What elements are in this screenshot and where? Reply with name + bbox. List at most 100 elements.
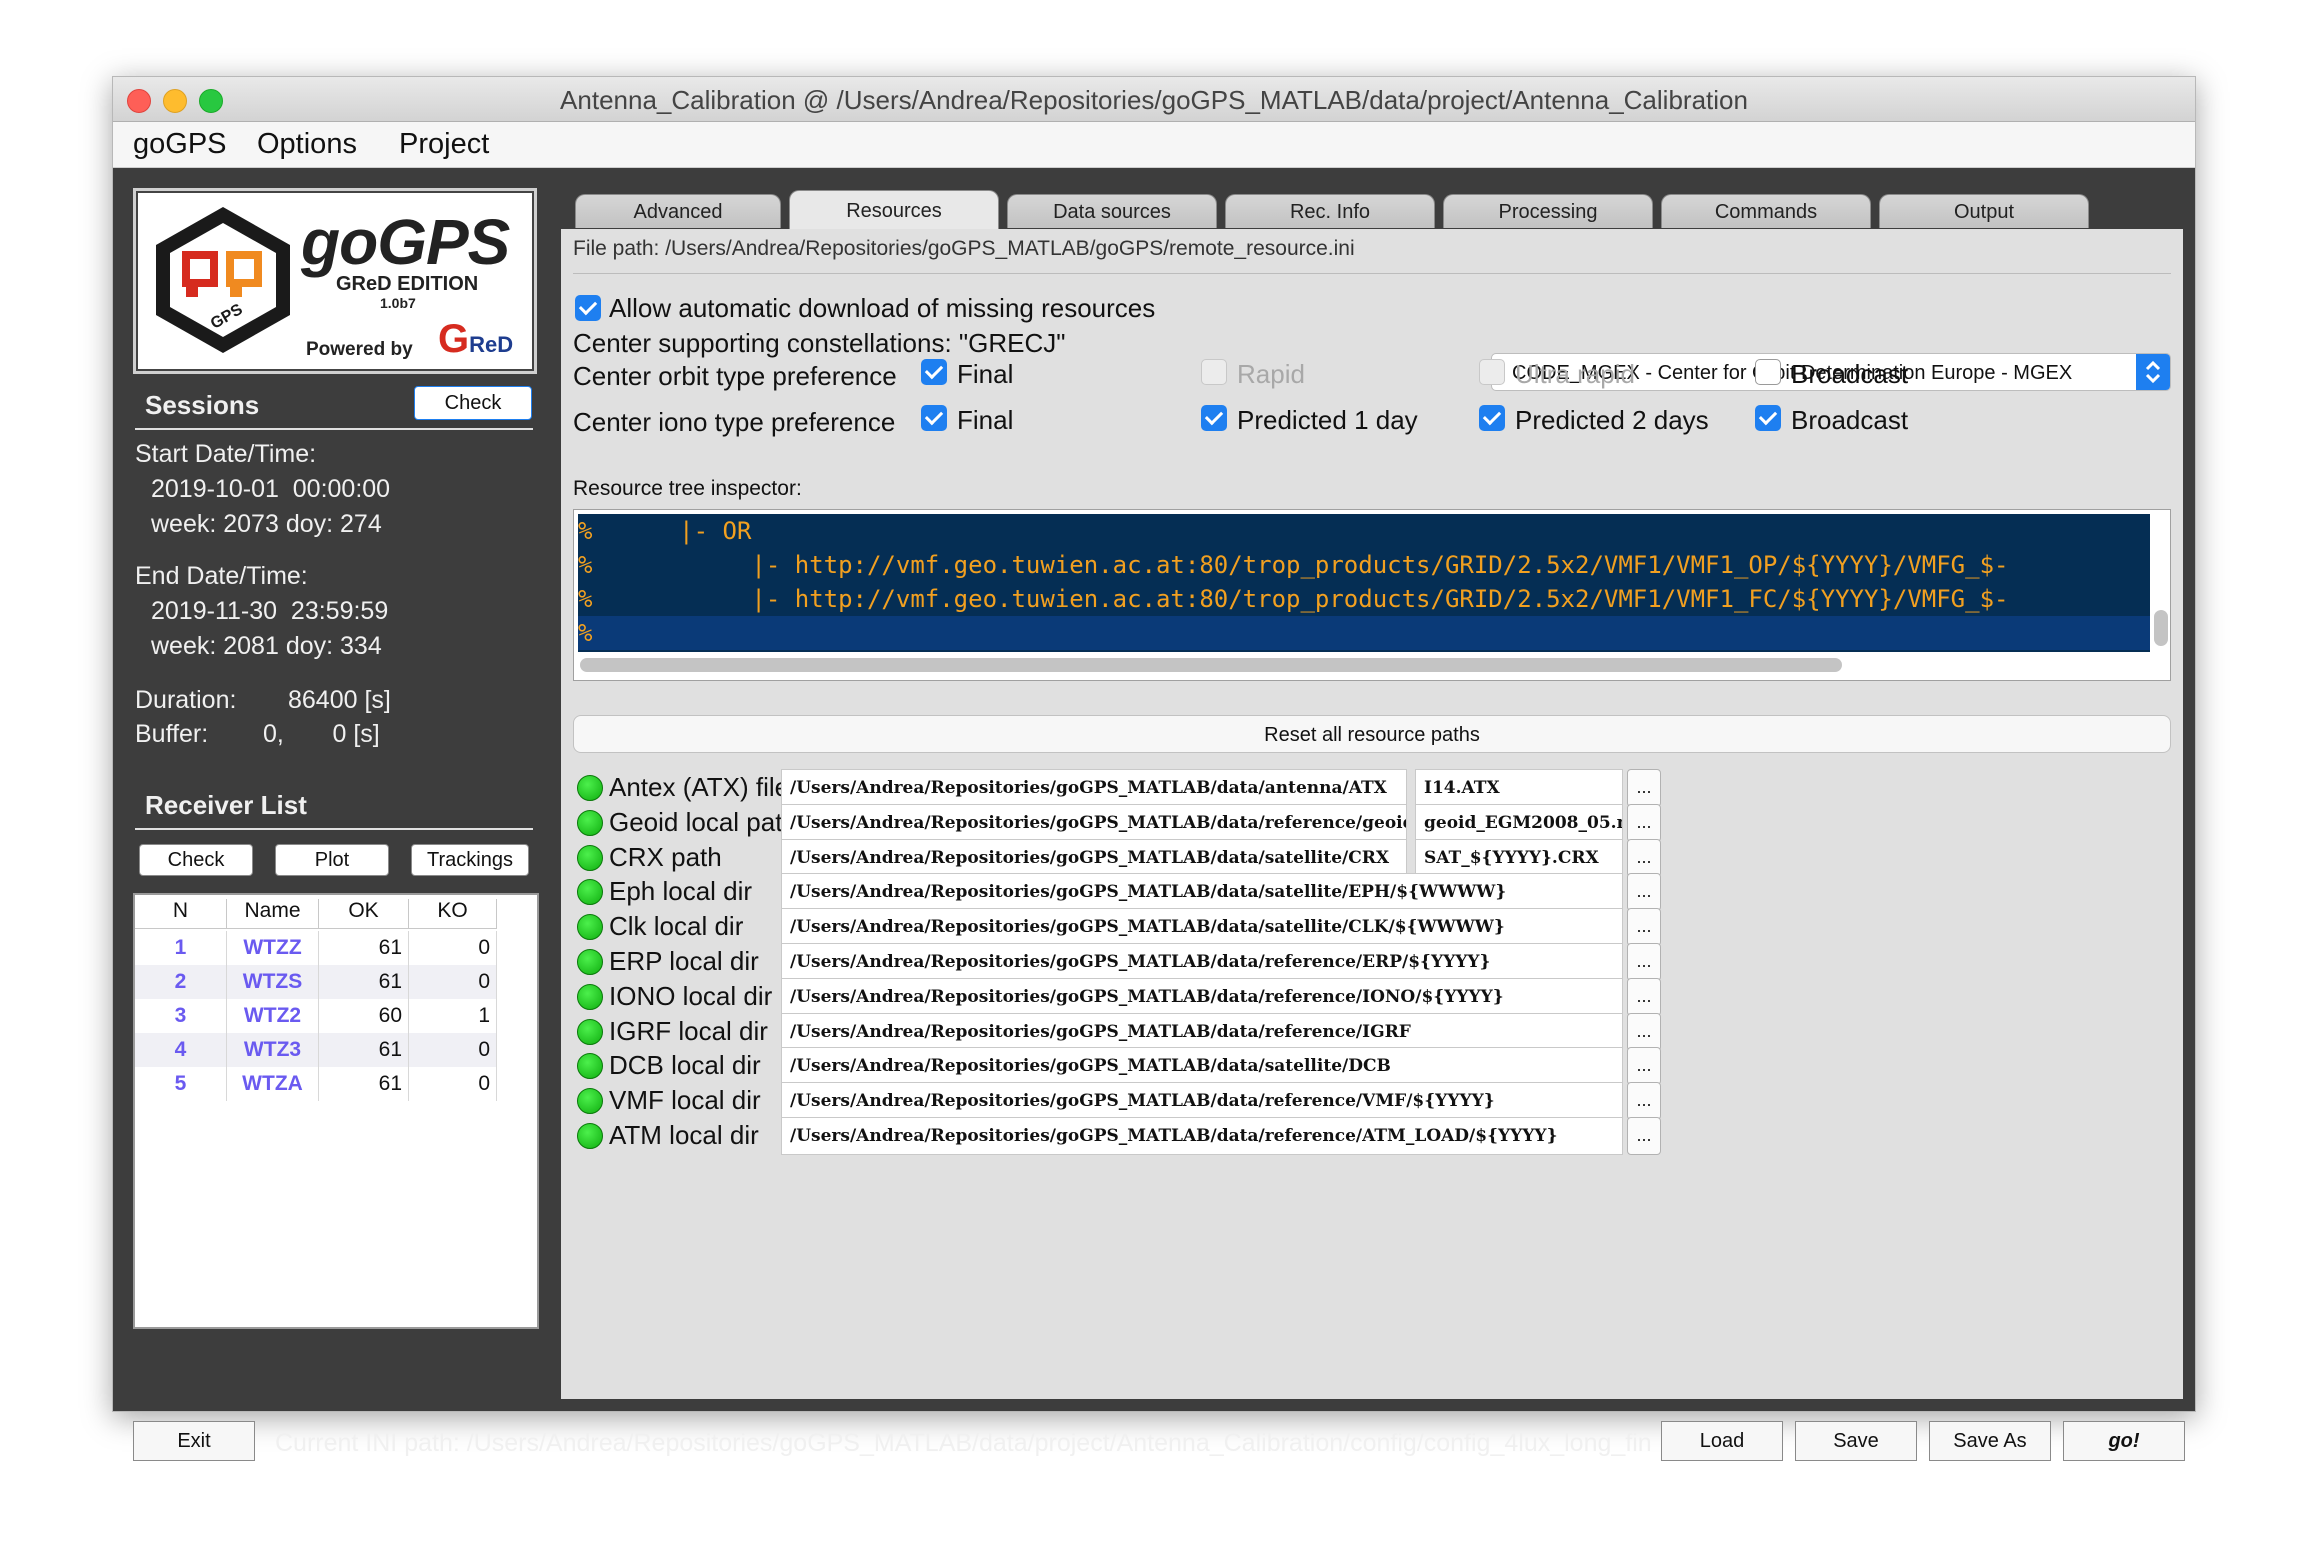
table-row[interactable]: 3 WTZ2 60 1 bbox=[135, 999, 497, 1033]
browse-button[interactable]: ... bbox=[1627, 943, 1661, 981]
end-week-value: week: 2081 doy: 334 bbox=[151, 632, 382, 660]
path-input[interactable]: /Users/Andrea/Repositories/goGPS_MATLAB/… bbox=[781, 1047, 1623, 1086]
path-input[interactable]: /Users/Andrea/Repositories/goGPS_MATLAB/… bbox=[781, 838, 1407, 877]
receiver-ok: 61 bbox=[319, 1067, 409, 1101]
table-row[interactable]: 5 WTZA 61 0 bbox=[135, 1067, 497, 1101]
path-input[interactable]: /Users/Andrea/Repositories/goGPS_MATLAB/… bbox=[781, 1012, 1623, 1051]
divider bbox=[135, 828, 533, 830]
path-input[interactable]: /Users/Andrea/Repositories/goGPS_MATLAB/… bbox=[781, 943, 1623, 981]
status-led-icon bbox=[577, 844, 603, 871]
receiver-number: 2 bbox=[135, 965, 227, 999]
table-row[interactable]: 4 WTZ3 61 0 bbox=[135, 1033, 497, 1067]
iono-label: Center iono type preference bbox=[573, 407, 896, 437]
auto-download-label: Allow automatic download of missing reso… bbox=[609, 293, 1156, 323]
status-led-icon bbox=[577, 775, 603, 801]
resources-panel: File path: /Users/Andrea/Repositories/go… bbox=[561, 229, 2183, 1399]
receiver-plot-button[interactable]: Plot bbox=[275, 844, 389, 876]
browse-button[interactable]: ... bbox=[1627, 1082, 1661, 1121]
browse-button[interactable]: ... bbox=[1627, 1012, 1661, 1051]
receiver-trackings-button[interactable]: Trackings bbox=[411, 844, 529, 876]
receiver-ko: 0 bbox=[409, 965, 497, 999]
tab-resources[interactable]: Resources bbox=[789, 190, 999, 230]
receiver-ok: 61 bbox=[319, 965, 409, 999]
browse-button[interactable]: ... bbox=[1627, 1117, 1661, 1155]
status-led-icon bbox=[577, 809, 603, 836]
main-content: GPS goGPS GReD EDITION 1.0b7 Powered by … bbox=[113, 168, 2195, 1461]
path-input[interactable]: /Users/Andrea/Repositories/goGPS_MATLAB/… bbox=[781, 1117, 1623, 1155]
iono-predicted-2-days-checkbox[interactable] bbox=[1479, 405, 1505, 431]
column-header-ok[interactable]: OK bbox=[319, 899, 409, 929]
orbit-final-checkbox[interactable] bbox=[921, 359, 947, 385]
filename-input[interactable]: I14.ATX bbox=[1415, 769, 1623, 807]
path-input[interactable]: /Users/Andrea/Repositories/goGPS_MATLAB/… bbox=[781, 1082, 1623, 1121]
table-row[interactable]: 1 WTZZ 61 0 bbox=[135, 931, 497, 965]
path-label: VMF local dir bbox=[609, 1085, 761, 1116]
iono-broadcast-checkbox[interactable] bbox=[1755, 405, 1781, 431]
load-button[interactable]: Load bbox=[1661, 1421, 1783, 1461]
save-as-button[interactable]: Save As bbox=[1929, 1421, 2051, 1461]
path-label: Eph local dir bbox=[609, 876, 753, 907]
tab-rec-info[interactable]: Rec. Info bbox=[1225, 194, 1435, 228]
buffer-value: 0, 0 [s] bbox=[263, 720, 380, 748]
duration-value: 86400 [s] bbox=[288, 686, 391, 714]
path-input[interactable]: /Users/Andrea/Repositories/goGPS_MATLAB/… bbox=[781, 873, 1623, 912]
orbit-ultra-rapid-checkbox bbox=[1479, 359, 1505, 385]
browse-button[interactable]: ... bbox=[1627, 873, 1661, 912]
horizontal-scrollbar[interactable] bbox=[580, 658, 1842, 672]
path-label: CRX path bbox=[609, 841, 722, 872]
menu-bar: goGPS Options Project bbox=[113, 122, 2195, 168]
vertical-scrollbar[interactable] bbox=[2154, 610, 2168, 646]
orbit-broadcast-checkbox[interactable] bbox=[1755, 359, 1781, 385]
tab-advanced[interactable]: Advanced bbox=[575, 194, 781, 228]
tab-commands[interactable]: Commands bbox=[1661, 194, 1871, 228]
path-label: IGRF local dir bbox=[609, 1015, 768, 1046]
center-label: Center supporting constellations: "GRECJ… bbox=[573, 328, 1066, 358]
iono-predicted-1-day-checkbox[interactable] bbox=[1201, 405, 1227, 431]
go-button[interactable]: go! bbox=[2063, 1421, 2185, 1461]
menu-options[interactable]: Options bbox=[257, 128, 357, 161]
title-bar: Antenna_Calibration @ /Users/Andrea/Repo… bbox=[113, 77, 2195, 122]
save-button[interactable]: Save bbox=[1795, 1421, 1917, 1461]
iono-final-checkbox[interactable] bbox=[921, 405, 947, 431]
filename-input[interactable]: geoid_EGM2008_05.mat bbox=[1415, 803, 1623, 842]
browse-button[interactable]: ... bbox=[1627, 1047, 1661, 1086]
browse-button[interactable]: ... bbox=[1627, 803, 1661, 842]
app-window: Antenna_Calibration @ /Users/Andrea/Repo… bbox=[112, 76, 2196, 1461]
exit-button[interactable]: Exit bbox=[133, 1421, 255, 1461]
chevron-updown-icon bbox=[2136, 354, 2170, 390]
path-input[interactable]: /Users/Andrea/Repositories/goGPS_MATLAB/… bbox=[781, 908, 1623, 947]
auto-download-checkbox[interactable] bbox=[575, 295, 601, 321]
logo-powered-by: Powered by bbox=[306, 339, 413, 360]
gred-logo: GReD bbox=[438, 317, 514, 361]
status-led-icon bbox=[577, 983, 603, 1010]
browse-button[interactable]: ... bbox=[1627, 838, 1661, 877]
browse-button[interactable]: ... bbox=[1627, 908, 1661, 947]
reset-paths-button[interactable]: Reset all resource paths bbox=[573, 715, 2171, 753]
menu-gogps[interactable]: goGPS bbox=[133, 128, 227, 161]
tab-data-sources[interactable]: Data sources bbox=[1007, 194, 1217, 228]
gogps-logo: GPS goGPS GReD EDITION 1.0b7 Powered by … bbox=[133, 188, 537, 374]
column-header-name[interactable]: Name bbox=[227, 899, 319, 929]
path-label: DCB local dir bbox=[609, 1050, 761, 1081]
browse-button[interactable]: ... bbox=[1627, 769, 1661, 807]
resource-tree-inspector[interactable]: % |- OR % |- http://vmf.geo.tuwien.ac.at… bbox=[573, 509, 2171, 681]
iono-predicted-2-days-label: Predicted 2 days bbox=[1515, 405, 1709, 435]
browse-button[interactable]: ... bbox=[1627, 977, 1661, 1016]
tab-processing[interactable]: Processing bbox=[1443, 194, 1653, 228]
filename-input[interactable]: SAT_${YYYY}.CRX bbox=[1415, 838, 1623, 877]
orbit-rapid-checkbox bbox=[1201, 359, 1227, 385]
path-input[interactable]: /Users/Andrea/Repositories/goGPS_MATLAB/… bbox=[781, 977, 1623, 1016]
receiver-check-button[interactable]: Check bbox=[139, 844, 253, 876]
menu-project[interactable]: Project bbox=[399, 128, 489, 161]
receiver-name: WTZA bbox=[227, 1067, 319, 1101]
table-row[interactable]: 2 WTZS 61 0 bbox=[135, 965, 497, 999]
sessions-check-button[interactable]: Check bbox=[414, 386, 532, 420]
path-input[interactable]: /Users/Andrea/Repositories/goGPS_MATLAB/… bbox=[781, 803, 1407, 842]
path-input[interactable]: /Users/Andrea/Repositories/goGPS_MATLAB/… bbox=[781, 769, 1407, 807]
receiver-number: 5 bbox=[135, 1067, 227, 1101]
path-label: IONO local dir bbox=[609, 980, 773, 1011]
column-header-n[interactable]: N bbox=[135, 899, 227, 929]
tab-output[interactable]: Output bbox=[1879, 194, 2089, 228]
console-text-area[interactable]: % |- OR % |- http://vmf.geo.tuwien.ac.at… bbox=[578, 514, 2150, 652]
column-header-ko[interactable]: KO bbox=[409, 899, 497, 929]
